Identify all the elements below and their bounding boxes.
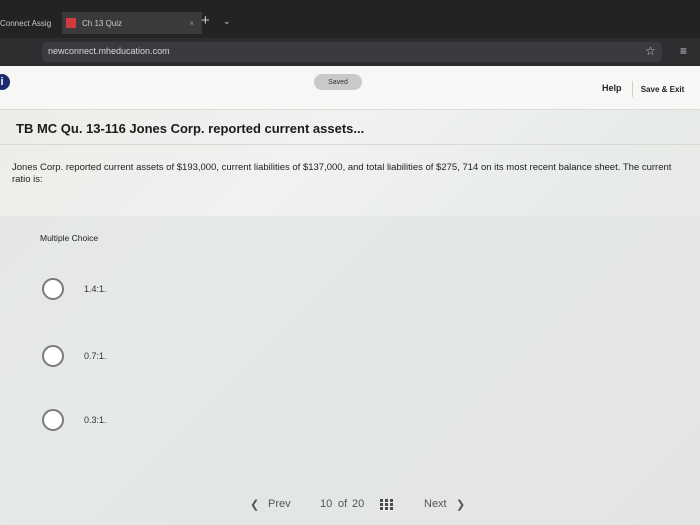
question-title: TB MC Qu. 13-116 Jones Corp. reported cu… — [16, 121, 365, 136]
question-grid-icon[interactable] — [380, 499, 394, 511]
next-chevron-icon[interactable]: ❯ — [456, 498, 465, 511]
tab-label: Ch 13 Quiz — [82, 18, 123, 28]
radio-button[interactable] — [42, 278, 64, 300]
tab-connect-assignment[interactable]: Connect Assig — [0, 12, 58, 34]
multiple-choice-label: Multiple Choice — [40, 233, 99, 243]
tab-close-icon[interactable]: × — [189, 19, 194, 28]
question-text: Jones Corp. reported current assets of $… — [12, 162, 672, 185]
multiple-choice-panel: Multiple Choice 1.4:1. 0.7:1. 0.3:1. — [0, 216, 700, 525]
choice-label[interactable]: 1.4:1. — [84, 284, 107, 294]
reading-list-icon[interactable]: ≡ — [680, 44, 687, 58]
prev-chevron-icon[interactable]: ❮ — [250, 498, 259, 511]
quiz-page: i Saved Help Save & Exit TB MC Qu. 13-11… — [0, 66, 700, 525]
choice-option-1[interactable]: 1.4:1. — [42, 278, 107, 300]
tab-overview-chevron-icon[interactable]: ⌄ — [223, 16, 231, 27]
browser-tab-strip: Connect Assig Ch 13 Quiz × + ⌄ — [0, 0, 700, 38]
choice-option-2[interactable]: 0.7:1. — [42, 345, 107, 367]
prev-button[interactable]: Prev — [268, 498, 291, 510]
total-pages: 20 — [352, 498, 365, 510]
quiz-header-bar: i Saved Help Save & Exit — [0, 66, 700, 110]
tab-label: Connect Assig — [0, 18, 52, 28]
address-bar: newconnect.mheducation.com ☆ ≡ — [0, 38, 700, 66]
star-icon[interactable]: ☆ — [645, 44, 656, 58]
next-button[interactable]: Next — [424, 498, 447, 510]
divider — [0, 144, 700, 145]
tab-ch13-quiz[interactable]: Ch 13 Quiz × — [62, 12, 202, 34]
save-exit-button[interactable]: Save & Exit — [632, 81, 692, 97]
current-page: 10 — [320, 498, 333, 510]
choice-label[interactable]: 0.7:1. — [84, 351, 107, 361]
new-tab-button[interactable]: + — [201, 12, 210, 29]
radio-button[interactable] — [42, 409, 64, 431]
info-icon[interactable]: i — [0, 74, 10, 90]
choice-option-3[interactable]: 0.3:1. — [42, 409, 107, 431]
radio-button[interactable] — [42, 345, 64, 367]
page-of-label: of — [338, 498, 348, 510]
saved-status-badge: Saved — [314, 74, 362, 90]
help-button[interactable]: Help — [602, 83, 622, 93]
choice-label[interactable]: 0.3:1. — [84, 415, 107, 425]
mheducation-favicon-icon — [66, 18, 76, 28]
url-text[interactable]: newconnect.mheducation.com — [48, 46, 170, 56]
